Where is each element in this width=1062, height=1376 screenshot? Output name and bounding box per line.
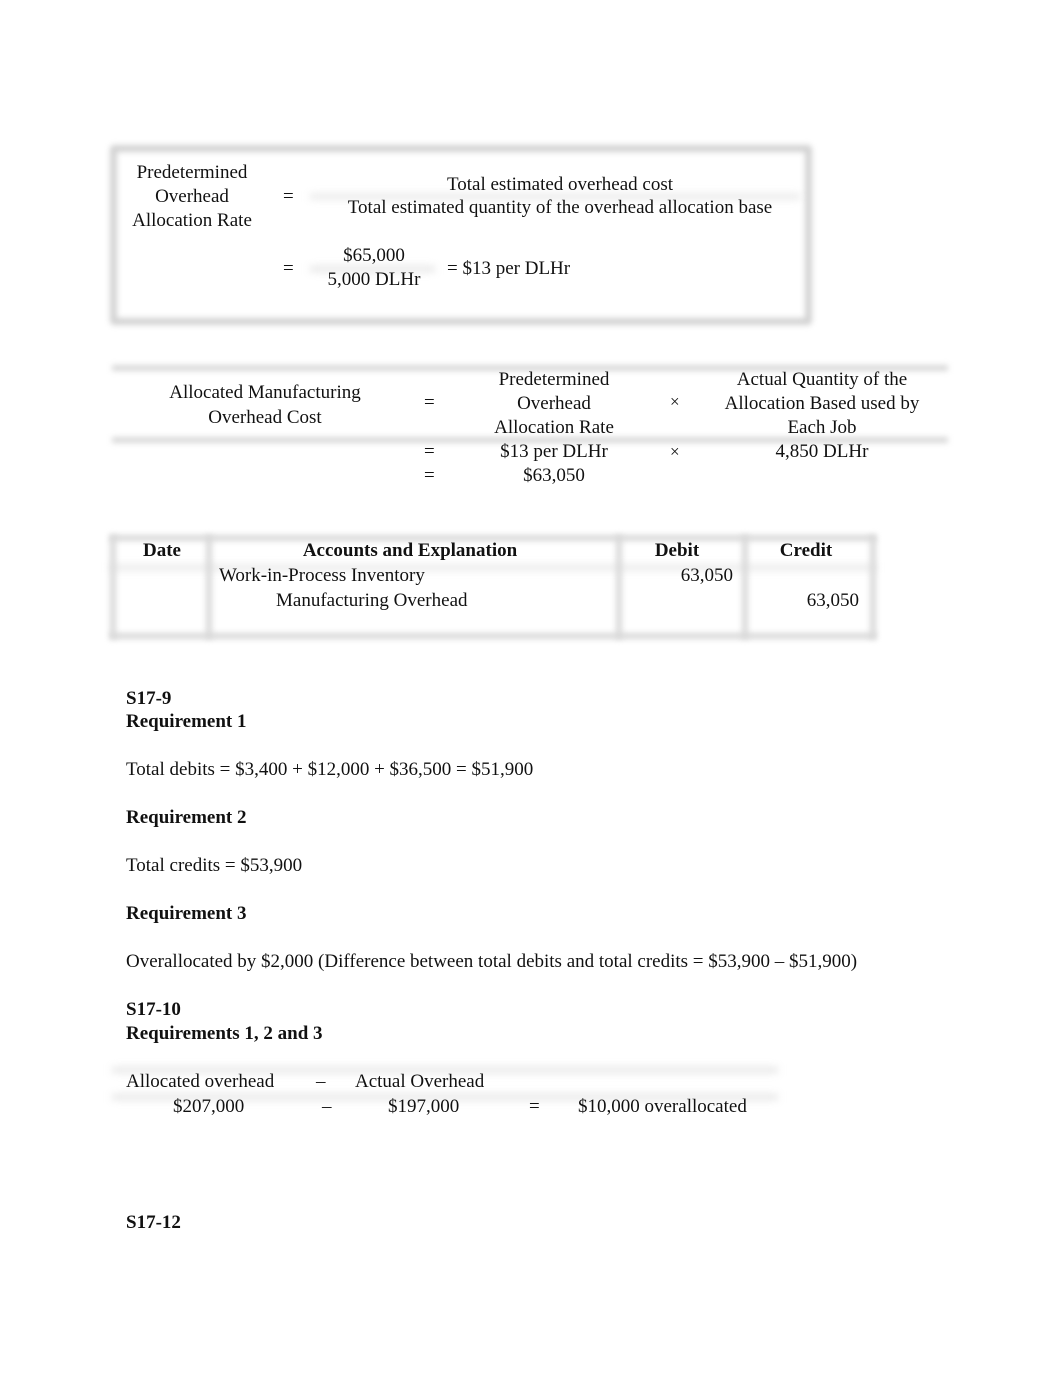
journal-row-debit: 63,050 — [680, 565, 733, 586]
journal-bottom-border — [110, 633, 876, 639]
requirement-1-text: Total debits = $3,400 + $12,000 + $36,50… — [126, 759, 534, 780]
formula2-term2-line: Actual Quantity of the — [736, 369, 908, 390]
requirement-2-text: Total credits = $53,900 — [126, 855, 303, 876]
formula1-calc-numerator: $65,000 — [343, 245, 405, 266]
formula1-numerator: Total estimated overhead cost — [446, 174, 674, 195]
overallocated-result: $10,000 overallocated — [578, 1096, 747, 1117]
requirement-1-heading: Requirement 1 — [126, 711, 247, 732]
formula2-lhs-line: Overhead Cost — [208, 407, 322, 428]
formula1-lhs-line: Allocation Rate — [132, 210, 252, 231]
section-title-s17-12: S17-12 — [126, 1212, 181, 1233]
journal-row-account: Manufacturing Overhead — [276, 590, 468, 611]
requirements-heading: Requirements 1, 2 and 3 — [126, 1023, 323, 1044]
requirement-2-heading: Requirement 2 — [126, 807, 247, 828]
formula1-calc-result: = $13 per DLHr — [447, 258, 571, 279]
formula2-row2-times: × — [670, 442, 680, 461]
formula2-lhs-line: Allocated Manufacturing — [169, 382, 361, 403]
section-title-s17-10: S17-10 — [126, 999, 181, 1020]
formula1-calc-denominator: 5,000 DLHr — [327, 269, 421, 290]
formula1-lhs-line: Overhead — [155, 186, 229, 207]
formula2-row2-quantity: 4,850 DLHr — [775, 441, 869, 462]
journal-row-account: Work-in-Process Inventory — [219, 565, 425, 586]
formula2-row3-equals: = — [424, 465, 435, 486]
formula2-times: × — [670, 392, 680, 411]
actual-overhead-value: $197,000 — [388, 1096, 460, 1117]
formula2-term1-line: Overhead — [517, 393, 591, 414]
journal-header-debit: Debit — [654, 540, 700, 561]
formula1-calc-equals: = — [283, 258, 294, 279]
section-title-s17-9: S17-9 — [126, 688, 172, 709]
formula2-row2-equals: = — [424, 441, 435, 462]
formula2-term2-line: Allocation Based used by — [724, 393, 920, 414]
formula2-lhs: Allocated Manufacturing Overhead Cost — [140, 380, 390, 430]
journal-header-credit: Credit — [779, 540, 833, 561]
allocated-overhead-label: Allocated overhead — [126, 1071, 275, 1092]
journal-header-date: Date — [143, 540, 181, 561]
formula1-denominator: Total estimated quantity of the overhead… — [347, 197, 773, 218]
formula1-lhs-line: Predetermined — [136, 162, 248, 183]
actual-overhead-label: Actual Overhead — [355, 1071, 485, 1092]
formula2-row3-result: $63,050 — [523, 465, 585, 486]
allocated-overhead-value: $207,000 — [173, 1096, 245, 1117]
equals-sign: = — [529, 1096, 540, 1117]
formula1-equals: = — [283, 186, 294, 207]
minus-sign: – — [316, 1071, 326, 1092]
requirement-3-heading: Requirement 3 — [126, 903, 247, 924]
journal-row-credit: 63,050 — [806, 590, 859, 611]
formula2-term1-line: Predetermined — [498, 369, 610, 390]
requirement-3-text: Overallocated by $2,000 (Difference betw… — [126, 951, 858, 972]
formula2-row2-rate: $13 per DLHr — [500, 441, 608, 462]
formula2-term1: Predetermined Overhead Allocation Rate — [474, 368, 634, 440]
journal-right-border — [870, 535, 876, 639]
formula2-term2: Actual Quantity of the Allocation Based … — [702, 368, 942, 440]
formula1-lhs: Predetermined Overhead Allocation Rate — [112, 161, 272, 233]
journal-header-accounts: Accounts and Explanation — [302, 540, 518, 561]
formula2-equals: = — [424, 392, 435, 413]
formula2-term1-line: Allocation Rate — [494, 417, 614, 438]
formula2-term2-line: Each Job — [787, 417, 857, 438]
minus-sign: – — [322, 1096, 332, 1117]
